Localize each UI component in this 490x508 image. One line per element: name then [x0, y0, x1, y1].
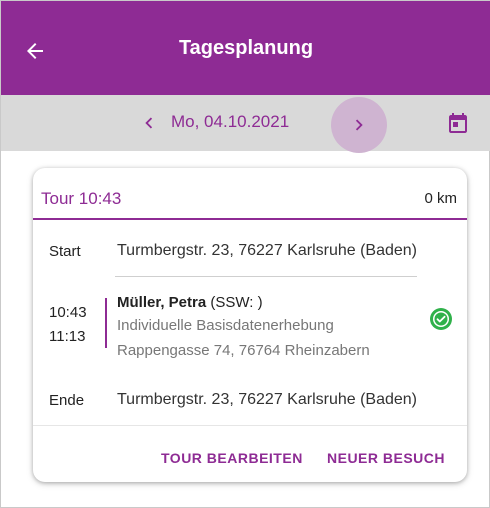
- next-day-button[interactable]: [331, 97, 387, 153]
- visit-patient[interactable]: Müller, Petra (SSW: ): [117, 294, 263, 311]
- chevron-left-icon: [145, 117, 153, 129]
- date-navigation-bar: Mo, 04.10.2021: [1, 95, 490, 153]
- current-date[interactable]: Mo, 04.10.2021: [171, 112, 289, 132]
- patient-ssw: (SSW: ): [206, 294, 263, 311]
- edit-tour-button[interactable]: TOUR BEARBEITEN: [161, 450, 303, 466]
- card-footer-divider: [33, 425, 467, 426]
- tour-title: Tour 10:43: [41, 189, 122, 208]
- new-visit-button[interactable]: NEUER BESUCH: [327, 450, 445, 466]
- tour-distance: 0 km: [424, 190, 457, 207]
- previous-day-button[interactable]: [129, 103, 169, 143]
- visit-indicator-bar: [105, 298, 107, 348]
- patient-name: Müller, Petra: [117, 294, 207, 311]
- chevron-right-icon: [355, 119, 363, 131]
- visit-start-time: 10:43: [49, 304, 87, 321]
- visit-address: Rappengasse 74, 76764 Rheinzabern: [117, 342, 370, 359]
- divider: [115, 276, 417, 277]
- visit-type: Individuelle Basisdatenerhebung: [117, 317, 334, 334]
- tour-card-header: Tour 10:43 0 km: [33, 168, 467, 220]
- start-label: Start: [49, 243, 81, 260]
- visit-end-time: 11:13: [49, 328, 86, 345]
- calendar-button[interactable]: [443, 108, 473, 138]
- calendar-icon: [449, 113, 467, 133]
- app-bar: Tagesplanung: [1, 1, 490, 95]
- page-title: Tagesplanung: [178, 37, 314, 59]
- start-address: Turmbergstr. 23, 76227 Karlsruhe (Baden): [117, 242, 418, 259]
- tour-card: Tour 10:43 0 km Start Turmbergstr. 23, 7…: [33, 168, 467, 482]
- end-address: Turmbergstr. 23, 76227 Karlsruhe (Baden): [117, 391, 418, 408]
- check-circle-icon: [430, 308, 452, 330]
- end-label: Ende: [49, 392, 85, 409]
